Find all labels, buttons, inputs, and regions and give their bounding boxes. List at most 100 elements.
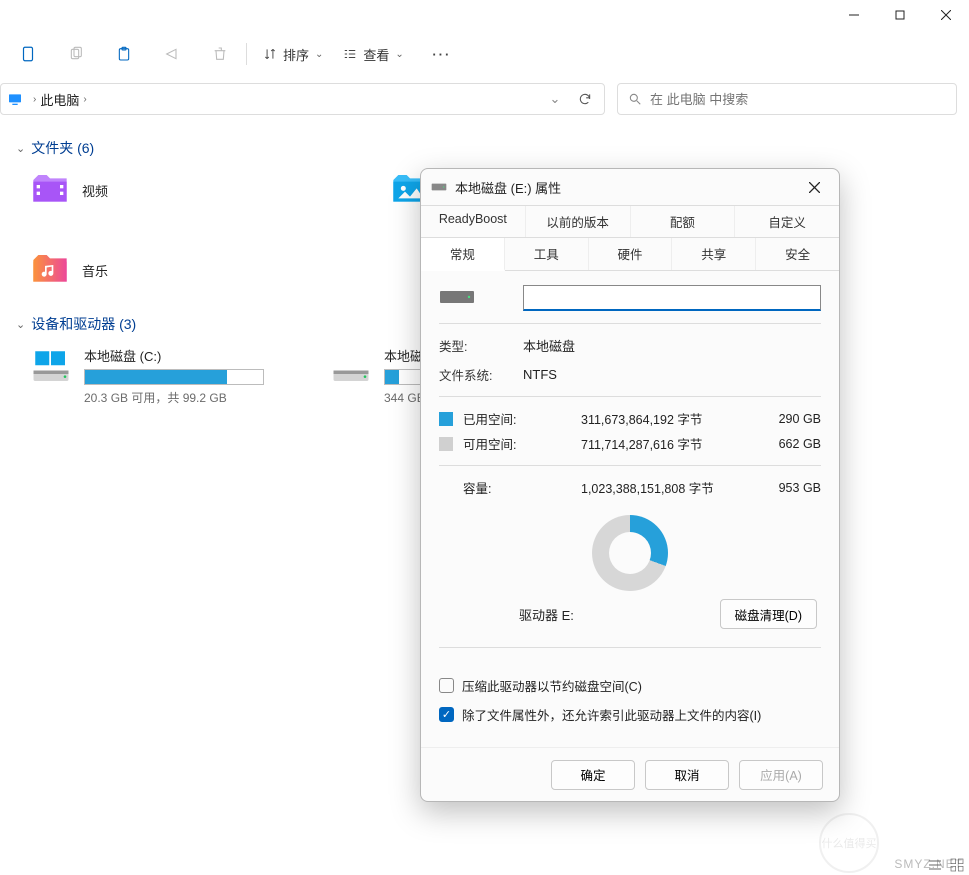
properties-dialog: 本地磁盘 (E:) 属性 ReadyBoost 以前的版本 配额 自定义 常规 …	[420, 168, 840, 802]
tab-previous-versions[interactable]: 以前的版本	[526, 206, 631, 237]
toolbar: 排序 ⌄ 查看 ⌄ ···	[0, 30, 969, 78]
drive-icon	[431, 180, 447, 194]
watermark-logo: 什么值得买	[819, 813, 879, 873]
address-dropdown-button[interactable]: ⌄	[540, 91, 570, 107]
view-button[interactable]: 查看 ⌄	[333, 36, 413, 72]
capacity-gb: 953 GB	[751, 481, 821, 495]
dialog-tabs: ReadyBoost 以前的版本 配额 自定义 常规 工具 硬件 共享 安全	[421, 205, 839, 271]
usage-pie-chart	[592, 515, 668, 591]
refresh-icon	[578, 92, 592, 106]
dialog-close-button[interactable]	[799, 172, 829, 202]
group-header-label: 文件夹 (6)	[31, 138, 94, 158]
status-bar-view-icons	[927, 857, 965, 873]
free-color-swatch	[439, 437, 453, 451]
drive-label: 本地磁盘 (C:)	[84, 346, 270, 365]
divider	[439, 323, 821, 324]
volume-name-input[interactable]	[523, 285, 821, 311]
maximize-button[interactable]	[877, 0, 923, 30]
used-space-bytes: 311,673,864,192 字节	[541, 409, 751, 428]
chevron-right-icon: ›	[79, 94, 90, 105]
chevron-down-icon: ⌄	[315, 49, 323, 60]
folder-label: 视频	[82, 181, 108, 200]
refresh-button[interactable]	[570, 92, 600, 106]
drive-usage-bar	[84, 369, 264, 385]
free-space-bytes: 711,714,287,616 字节	[541, 434, 751, 453]
folder-label: 音乐	[82, 261, 108, 280]
tab-tools[interactable]: 工具	[505, 238, 589, 270]
search-box[interactable]	[617, 83, 957, 115]
sort-label: 排序	[283, 45, 309, 64]
view-icon	[343, 47, 357, 61]
search-input[interactable]	[650, 92, 946, 107]
chevron-down-icon: ⌄	[16, 142, 25, 155]
capacity-bytes: 1,023,388,151,808 字节	[541, 478, 751, 497]
index-checkbox[interactable]: ✓	[439, 707, 454, 722]
share-button[interactable]	[152, 36, 192, 72]
chevron-down-icon: ⌄	[16, 318, 25, 331]
tab-hardware[interactable]: 硬件	[589, 238, 673, 270]
copy-button[interactable]	[56, 36, 96, 72]
type-value: 本地磁盘	[523, 336, 575, 355]
details-view-icon[interactable]	[927, 857, 943, 873]
tab-security[interactable]: 安全	[756, 238, 839, 270]
pc-icon	[7, 91, 23, 107]
tab-general[interactable]: 常规	[421, 238, 505, 271]
drive-icon	[30, 346, 72, 388]
compress-checkbox[interactable]	[439, 678, 454, 693]
free-space-label: 可用空间:	[463, 434, 541, 453]
delete-button[interactable]	[200, 36, 240, 72]
tab-customize[interactable]: 自定义	[735, 206, 839, 237]
chevron-down-icon: ⌄	[395, 49, 403, 60]
group-header-label: 设备和驱动器 (3)	[31, 314, 136, 334]
music-icon	[30, 250, 70, 290]
folder-item-videos[interactable]: 视频	[30, 170, 230, 210]
view-label: 查看	[363, 45, 389, 64]
group-header-folders[interactable]: ⌄ 文件夹 (6)	[16, 138, 953, 158]
minimize-button[interactable]	[831, 0, 877, 30]
tab-readyboost[interactable]: ReadyBoost	[421, 206, 526, 237]
type-label: 类型:	[439, 336, 523, 355]
dialog-titlebar: 本地磁盘 (E:) 属性	[421, 169, 839, 205]
sort-button[interactable]: 排序 ⌄	[253, 36, 333, 72]
used-color-swatch	[439, 412, 453, 426]
toolbar-separator	[246, 43, 247, 65]
used-space-gb: 290 GB	[751, 412, 821, 426]
close-button[interactable]	[923, 0, 969, 30]
drive-icon	[330, 346, 372, 388]
folder-item-music[interactable]: 音乐	[30, 250, 230, 290]
sort-icon	[263, 47, 277, 61]
divider	[439, 465, 821, 466]
drive-letter-label: 驱动器 E:	[519, 605, 574, 624]
cancel-button[interactable]: 取消	[645, 760, 729, 790]
address-bar[interactable]: › 此电脑 › ⌄	[0, 83, 605, 115]
new-item-button[interactable]	[8, 36, 48, 72]
divider	[439, 647, 821, 648]
filesystem-value: NTFS	[523, 367, 557, 382]
used-space-label: 已用空间:	[463, 409, 541, 428]
filesystem-label: 文件系统:	[439, 365, 523, 384]
dialog-title: 本地磁盘 (E:) 属性	[455, 178, 561, 197]
drive-large-icon	[439, 287, 475, 307]
index-label: 除了文件属性外，还允许索引此驱动器上文件的内容(I)	[462, 705, 761, 724]
grid-view-icon[interactable]	[949, 857, 965, 873]
apply-button[interactable]: 应用(A)	[739, 760, 823, 790]
breadcrumb-current[interactable]: 此电脑	[40, 90, 79, 109]
dialog-footer: 确定 取消 应用(A)	[421, 747, 839, 801]
tab-sharing[interactable]: 共享	[672, 238, 756, 270]
tab-quota[interactable]: 配额	[631, 206, 736, 237]
search-icon	[628, 92, 642, 106]
address-row: › 此电脑 › ⌄	[0, 78, 969, 120]
free-space-gb: 662 GB	[751, 437, 821, 451]
compress-label: 压缩此驱动器以节约磁盘空间(C)	[462, 676, 642, 695]
window-titlebar	[0, 0, 969, 30]
ok-button[interactable]: 确定	[551, 760, 635, 790]
drive-item-c[interactable]: 本地磁盘 (C:) 20.3 GB 可用，共 99.2 GB	[30, 346, 270, 406]
videos-icon	[30, 170, 70, 210]
divider	[439, 396, 821, 397]
drive-subtext: 20.3 GB 可用，共 99.2 GB	[84, 389, 270, 406]
paste-button[interactable]	[104, 36, 144, 72]
chevron-right-icon: ›	[29, 94, 40, 105]
more-button[interactable]: ···	[422, 36, 462, 72]
disk-cleanup-button[interactable]: 磁盘清理(D)	[720, 599, 817, 629]
capacity-label: 容量:	[463, 478, 541, 497]
